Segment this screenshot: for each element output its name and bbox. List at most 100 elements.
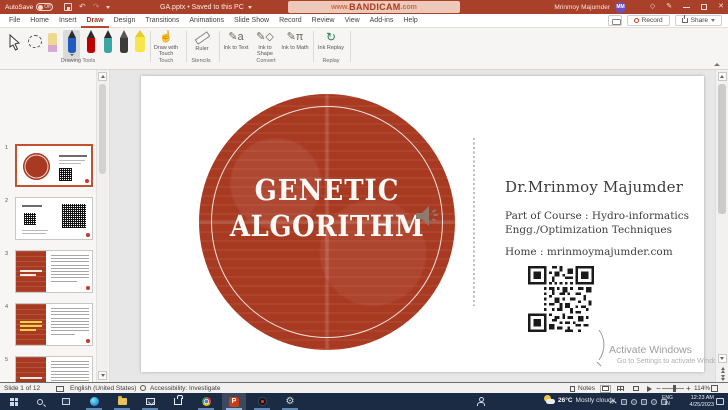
ink-to-text-button[interactable]: ✎a Ink to Text: [222, 31, 250, 51]
bandicam-taskbar-button[interactable]: [250, 393, 274, 410]
slide-thumbnail-2[interactable]: [15, 197, 93, 240]
language-status[interactable]: English (United States): [70, 385, 136, 392]
zoom-level[interactable]: 114%: [694, 385, 710, 392]
network-icon[interactable]: [651, 398, 657, 405]
start-button[interactable]: [2, 393, 26, 410]
pen-blue[interactable]: [63, 30, 80, 61]
tab-record[interactable]: Record: [274, 14, 307, 28]
hidden-icons-chevron[interactable]: [609, 399, 617, 407]
ink-annotation[interactable]: [593, 328, 609, 373]
language-switcher[interactable]: ENG IN: [662, 395, 673, 407]
accessibility-status[interactable]: Accessibility: Investigate: [150, 385, 220, 392]
tab-design[interactable]: Design: [109, 14, 141, 28]
ruler-button[interactable]: Ruler: [188, 31, 216, 52]
chrome-taskbar-button[interactable]: [194, 393, 218, 410]
slide-thumbnail-4[interactable]: [15, 303, 93, 346]
display-settings-icon[interactable]: [56, 385, 64, 392]
draw-with-touch-button[interactable]: ☝ Draw with Touch: [150, 31, 182, 57]
tab-transitions[interactable]: Transitions: [140, 14, 184, 28]
people-icon[interactable]: [476, 397, 485, 406]
previous-slide-button[interactable]: [718, 366, 727, 374]
next-slide-button[interactable]: [718, 374, 727, 382]
minimize-icon[interactable]: [683, 6, 691, 8]
scrollbar-thumb[interactable]: [718, 84, 726, 214]
avatar[interactable]: MM: [615, 1, 626, 13]
onedrive-icon[interactable]: [631, 398, 637, 405]
slide-1-editing-surface[interactable]: GENETIC ALGORITHM Dr.Mrinmoy Majumder Pa…: [141, 76, 704, 372]
store-taskbar-button[interactable]: [166, 393, 190, 410]
pen-teal[interactable]: [99, 30, 116, 61]
scroll-down-icon[interactable]: [717, 354, 727, 363]
undo-icon[interactable]: ↶: [79, 3, 86, 11]
tab-addins[interactable]: Add-ins: [365, 14, 399, 28]
normal-view-button[interactable]: [600, 384, 611, 393]
slide-thumbnail-3[interactable]: [15, 250, 93, 293]
ink-to-shape-button[interactable]: ✎◇ Ink to Shape: [251, 31, 279, 57]
ink-replay-button[interactable]: ↻ Ink Replay: [316, 31, 346, 52]
clock[interactable]: 12:23 AM 4/25/2023: [684, 395, 714, 408]
volume-icon[interactable]: [641, 398, 647, 405]
slide-indicator[interactable]: Slide 1 of 12: [4, 385, 40, 392]
powerpoint-taskbar-button[interactable]: P: [222, 393, 246, 410]
scroll-down-icon[interactable]: [98, 371, 107, 380]
home-url[interactable]: Home : mrinmoymajumder.com: [505, 246, 673, 258]
share-button[interactable]: Share: [674, 15, 722, 26]
tab-file[interactable]: File: [4, 14, 25, 28]
author-name[interactable]: Dr.Mrinmoy Majumder: [505, 178, 683, 196]
edge-taskbar-button[interactable]: [82, 393, 106, 410]
tab-draw[interactable]: Draw: [81, 14, 109, 28]
audio-speaker-icon[interactable]: [415, 202, 441, 235]
canvas-scrollbar[interactable]: [715, 70, 728, 382]
qr-code[interactable]: [528, 266, 594, 332]
lasso-tool[interactable]: [28, 32, 42, 48]
zoom-out-button[interactable]: −: [656, 384, 661, 393]
close-icon[interactable]: ✕: [718, 0, 724, 14]
tab-slideshow[interactable]: Slide Show: [229, 14, 274, 28]
maximize-icon[interactable]: [701, 4, 708, 10]
course-line-1[interactable]: Part of Course : Hydro-informatics: [505, 210, 689, 222]
zoom-slider-thumb[interactable]: [673, 385, 676, 392]
tab-home[interactable]: Home: [25, 14, 54, 28]
fit-to-window-icon[interactable]: [711, 385, 718, 392]
thumbnail-scrollbar[interactable]: [96, 70, 108, 382]
coach-icon[interactable]: ◇: [650, 0, 655, 14]
tab-insert[interactable]: Insert: [54, 14, 82, 28]
ribbon-collapse-icon[interactable]: [714, 63, 720, 66]
file-explorer-taskbar-button[interactable]: [110, 393, 134, 410]
highlighter-yellow[interactable]: [131, 30, 148, 61]
autosave-switch[interactable]: Off: [36, 3, 54, 11]
tab-animations[interactable]: Animations: [184, 14, 229, 28]
pen-black[interactable]: [115, 30, 132, 61]
slideshow-view-button[interactable]: [644, 385, 655, 393]
weather-widget[interactable]: 26°C Mostly cloudy: [544, 395, 615, 405]
qat-customize-icon[interactable]: [106, 5, 111, 9]
notes-button[interactable]: Notes: [578, 385, 595, 392]
document-title[interactable]: GA.pptx • Saved to this PC: [160, 4, 252, 11]
pen-red[interactable]: [82, 30, 99, 61]
zoom-in-button[interactable]: +: [686, 384, 691, 393]
comments-button[interactable]: [607, 15, 622, 26]
course-line-2[interactable]: Engg./Optimization Techniques: [505, 224, 672, 236]
settings-taskbar-button[interactable]: ⚙: [278, 393, 302, 410]
tab-review[interactable]: Review: [307, 14, 340, 28]
scroll-up-icon[interactable]: [98, 72, 107, 81]
autosave-toggle[interactable]: AutoSave Off: [5, 3, 54, 11]
scrollbar-thumb[interactable]: [99, 84, 106, 174]
tab-view[interactable]: View: [340, 14, 365, 28]
scroll-up-icon[interactable]: [717, 72, 727, 81]
pen-icon[interactable]: ✎: [666, 0, 672, 14]
action-center-icon[interactable]: [716, 398, 724, 405]
mail-taskbar-button[interactable]: [138, 393, 162, 410]
slide-sorter-view-button[interactable]: [615, 385, 626, 393]
security-shield-icon[interactable]: [621, 398, 627, 405]
save-icon[interactable]: [64, 3, 72, 11]
task-view-button[interactable]: [54, 393, 78, 410]
tab-help[interactable]: Help: [398, 14, 422, 28]
user-name[interactable]: Mrinmoy Majumder: [554, 4, 610, 11]
ink-to-math-button[interactable]: ✎π Ink to Math: [280, 31, 310, 51]
slide-thumbnail-1[interactable]: [15, 144, 93, 187]
eraser-tool[interactable]: [48, 33, 57, 52]
record-button[interactable]: Record: [626, 15, 670, 26]
search-button[interactable]: [28, 393, 52, 410]
select-tool[interactable]: [8, 33, 21, 56]
